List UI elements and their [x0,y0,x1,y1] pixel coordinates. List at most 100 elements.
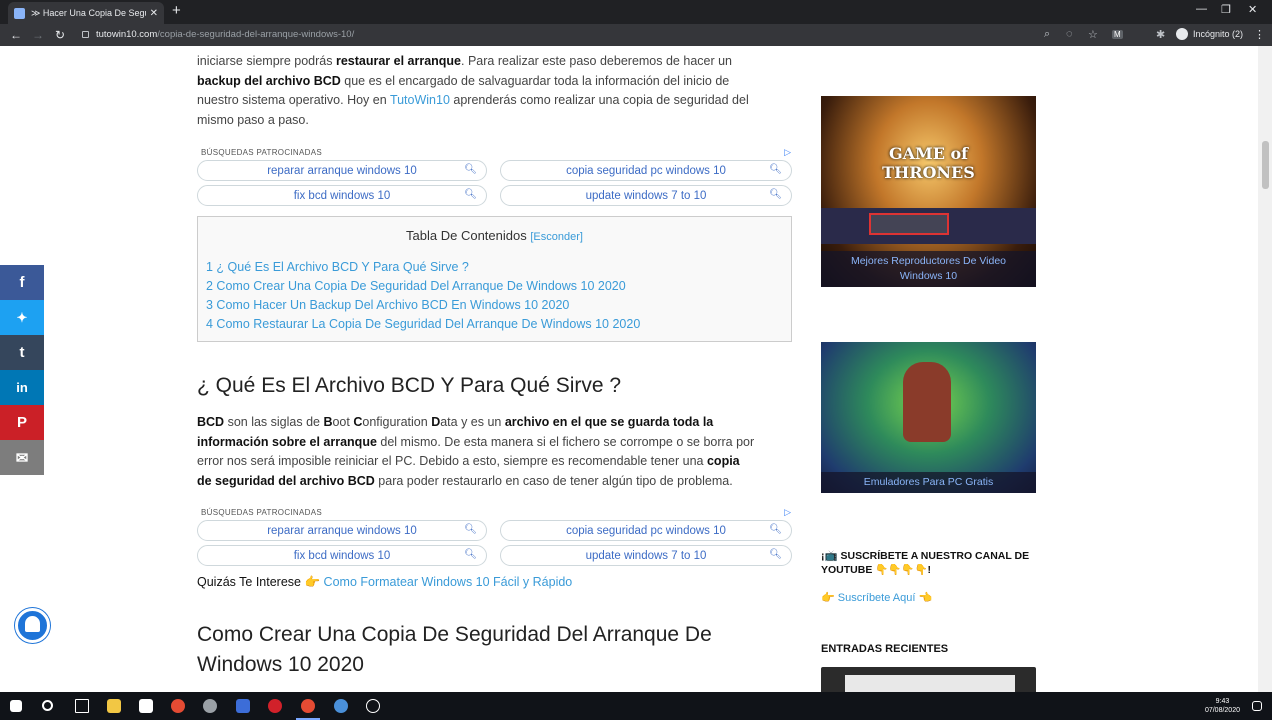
star-icon[interactable]: ☆ [1088,28,1098,41]
back-button[interactable]: ← [10,27,22,43]
bcd-text: ata y es un [440,415,505,429]
url-path: /copia-de-seguridad-del-arranque-windows… [157,29,355,40]
sponsored-pill[interactable]: copia seguridad pc windows 10 🔍︎ [500,520,792,541]
incognito-label: Incógnito (2) [1193,29,1244,39]
url-field[interactable]: tutowin10.com/copia-de-seguridad-del-arr… [96,29,354,40]
chrome-incognito-icon[interactable] [301,699,315,713]
windows-taskbar: 9:43 07/08/2020 [0,692,1272,720]
share-twitter-button[interactable]: ✦ [0,300,44,335]
subscribe-link[interactable]: Suscríbete Aquí [838,592,916,604]
sponsored-pill[interactable]: reparar arranque windows 10 🔍︎ [197,520,487,541]
share-linkedin-button[interactable]: in [0,370,44,405]
sponsored-pill[interactable]: copia seguridad pc windows 10 🔍︎ [500,160,792,181]
intro-paragraph: iniciarse siempre podrás restaurar el ar… [197,52,797,130]
search-icon[interactable]: ⌕ [1044,28,1050,41]
search-icon: 🔍︎ [464,549,477,560]
incognito-badge[interactable]: Incógnito (2) [1176,28,1243,40]
toc-item[interactable]: 2 Como Crear Una Copia De Seguridad Del … [206,279,626,293]
scrollbar-thumb[interactable] [1262,141,1269,189]
sponsored-pill[interactable]: fix bcd windows 10 🔍︎ [197,185,487,206]
task-view-icon[interactable] [75,699,89,713]
forward-button[interactable]: → [32,27,44,43]
subscribe-heading-line: ¡📺 SUSCRÍBETE A NUESTRO CANAL DE [821,550,1030,562]
bcd-bold: BCD [197,415,225,429]
system-clock[interactable]: 9:43 07/08/2020 [1205,697,1240,715]
tab-close-icon[interactable]: ✕ [150,8,158,19]
pinterest-icon: P [16,414,27,431]
game-of-thrones-logo: GAME of THRONES [882,144,975,182]
clock-date: 07/08/2020 [1204,707,1240,714]
toc-heading: Tabla De Contenidos [Esconder] [198,228,791,243]
store-icon[interactable] [139,699,153,713]
minimize-icon[interactable]: — [1196,3,1207,15]
file-explorer-icon[interactable] [107,699,121,713]
bcd-text: para poder restaurarlo en caso de tener … [374,473,733,488]
sponsored-pill[interactable]: update windows 7 to 10 🔍︎ [500,185,792,206]
app-icon[interactable] [203,699,217,713]
sidebar-ad-emulators[interactable]: Emuladores Para PC Gratis [821,342,1036,493]
sponsored-label: BÚSQUEDAS PATROCINADAS [201,508,322,517]
bcd-bold: información sobre el arranque [197,434,377,449]
search-icon: 🔍︎ [769,524,782,535]
browser-tab[interactable]: ≫ Hacer Una Copia De Seguridad Del Arran… [8,2,164,24]
search-icon[interactable] [42,700,53,711]
web-page: iniciarse siempre podrás restaurar el ar… [0,46,1258,692]
twitter-icon: ✦ [16,309,28,325]
reload-button[interactable]: ↻ [55,27,65,43]
browser-tab-strip: ≫ Hacer Una Copia De Seguridad Del Arran… [0,0,1272,24]
toc-item[interactable]: 4 Como Restaurar La Copia De Seguridad D… [206,317,640,331]
notifications-icon[interactable] [1252,701,1262,711]
intro-text: aprenderás como realizar una copia de se… [449,93,749,107]
menu-icon[interactable]: ⋮ [1254,28,1265,41]
sponsored-pill[interactable]: fix bcd windows 10 🔍︎ [197,545,487,566]
incognito-icon [1176,28,1188,40]
share-tumblr-button[interactable]: t [0,335,44,370]
tutowin10-link[interactable]: TutoWin10 [390,93,450,107]
intro-text: iniciarse siempre podrás [197,54,336,68]
toc-hide-link[interactable]: [Esconder] [530,231,583,243]
sponsored-pill[interactable]: update windows 7 to 10 🔍︎ [500,545,792,566]
opera-icon[interactable] [268,699,282,713]
bcd-paragraph: BCD son las siglas de Boot Configuration… [197,413,797,491]
toc-item[interactable]: 3 Como Hacer Un Backup Del Archivo BCD E… [206,298,569,312]
maximize-icon[interactable]: ❐ [1221,3,1231,16]
chrome-icon[interactable] [171,699,185,713]
sponsored-searches: BÚSQUEDAS PATROCINADAS ▷ reparar arranqu… [197,507,793,572]
puzzle-icon[interactable]: ✱ [1156,28,1165,41]
search-icon: 🔍︎ [769,549,782,560]
sidebar-ad-video-players[interactable]: GAME of THRONES Mejores Reproductores De… [821,96,1036,287]
app-icon[interactable] [334,699,348,713]
search-icon: 🔍︎ [769,189,782,200]
window-close-icon[interactable]: ✕ [1248,3,1257,16]
toc-item[interactable]: 1 ¿ Qué Es El Archivo BCD Y Para Qué Sir… [206,260,469,274]
lock-icon [82,31,89,38]
eye-off-icon[interactable]: ◌ [1066,28,1073,40]
recent-post-thumbnail[interactable] [821,667,1036,692]
heading-line: Como Crear Una Copia De Seguridad Del Ar… [197,623,712,646]
sponsored-pill-label: update windows 7 to 10 [585,549,707,562]
share-facebook-button[interactable]: f [0,265,44,300]
share-pinterest-button[interactable]: P [0,405,44,440]
bell-icon [25,616,40,632]
intro-text: que es el encargado de salvaguardar toda… [340,73,730,88]
subscribe-heading: ¡📺 SUSCRÍBETE A NUESTRO CANAL DE YOUTUBE… [821,549,1029,577]
new-tab-button[interactable]: + [172,3,181,19]
related-article-link[interactable]: Como Formatear Windows 10 Fácil y Rápido [324,575,573,589]
related-article: Quizás Te Interese 👉 Como Formatear Wind… [197,575,572,590]
sidebar-ad-caption: Emuladores Para PC Gratis [821,472,1036,493]
intro-text: . Para realizar este paso deberemos de h… [461,54,733,68]
extension-m-icon[interactable]: M [1112,30,1123,39]
search-icon: 🔍︎ [464,189,477,200]
bcd-text: del mismo. De esta manera si el fichero … [376,434,755,449]
share-email-button[interactable]: ✉ [0,440,44,475]
related-label: Quizás Te Interese [197,575,301,589]
monitor-icon[interactable] [236,699,250,713]
app-icon[interactable] [366,699,380,713]
bcd-bold: archivo en el que se guarda toda la [504,415,714,429]
page-scrollbar[interactable] [1258,46,1272,692]
adchoices-icon[interactable]: ▷ [784,147,791,158]
windows-start-icon[interactable] [10,700,22,712]
adchoices-icon[interactable]: ▷ [784,507,791,518]
notification-bell-button[interactable] [15,608,50,643]
sponsored-pill[interactable]: reparar arranque windows 10 🔍︎ [197,160,487,181]
